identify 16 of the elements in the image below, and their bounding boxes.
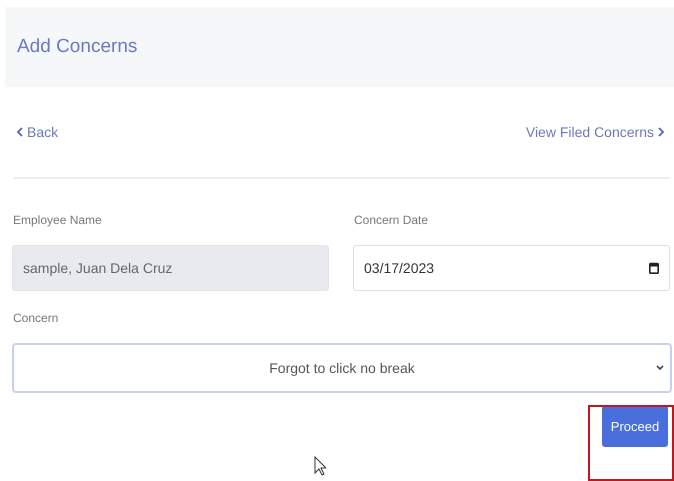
chevron-right-icon — [658, 127, 664, 137]
caret-icon — [656, 365, 664, 371]
proceed-button[interactable]: Proceed — [602, 405, 668, 447]
chevron-left-icon — [17, 127, 23, 137]
date-field[interactable]: 03/17/2023 — [353, 245, 670, 291]
name-field: sample, Juan Dela Cruz — [12, 245, 329, 291]
concern-dropdown[interactable]: Forgot to click no break — [12, 343, 672, 393]
page-title: Add Concerns — [17, 36, 138, 58]
view-filed-link[interactable]: View Filed Concerns — [526, 123, 664, 141]
calendar-icon[interactable] — [649, 262, 659, 274]
dropdown-value: Forgot to click no break — [269, 360, 415, 376]
field-label: Employee Name — [13, 213, 102, 227]
field-label: Concern — [13, 311, 58, 325]
mouse-pointer-icon — [314, 456, 326, 476]
back-link[interactable]: Back — [17, 123, 58, 141]
field-label: Concern Date — [354, 213, 428, 227]
